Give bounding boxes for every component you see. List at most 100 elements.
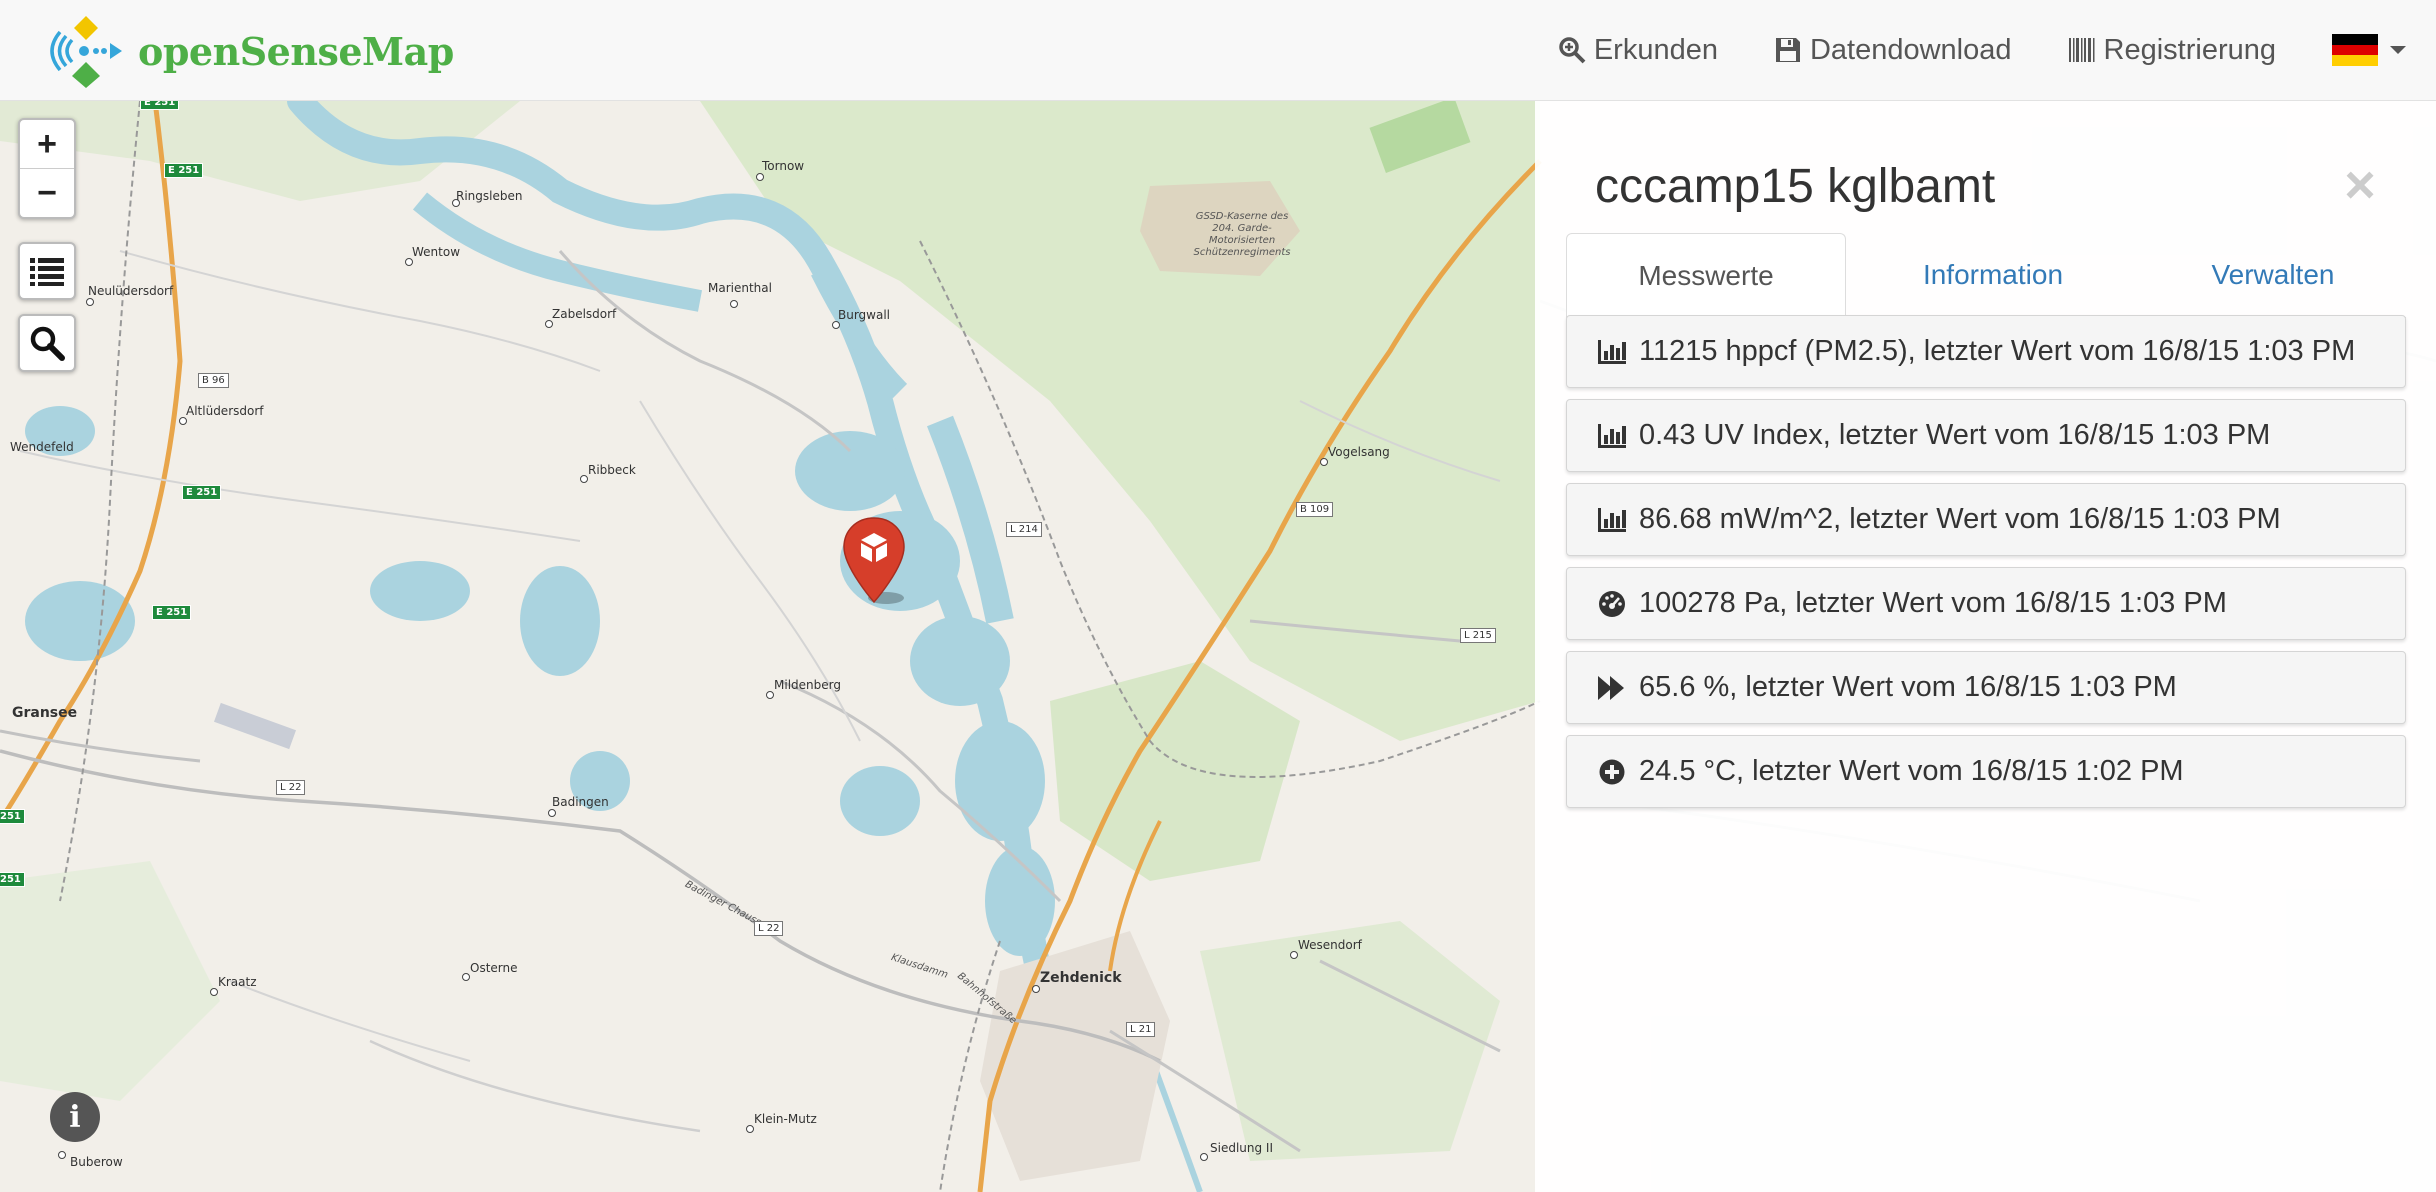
language-dropdown[interactable] <box>2332 34 2406 67</box>
tab-messwerte[interactable]: Messwerte <box>1566 233 1846 318</box>
brand-name: openSenseMap <box>138 28 454 74</box>
place-label: Wentow <box>412 245 461 259</box>
sensor-item-temperature[interactable]: 24.5 °C, letzter Wert vom 16/8/15 1:02 P… <box>1566 735 2406 808</box>
fast-forward-icon <box>1597 673 1627 703</box>
place-label: Zehdenick <box>1040 970 1122 986</box>
place-dot <box>462 973 470 981</box>
place-dot <box>580 475 588 483</box>
search-icon <box>30 326 65 361</box>
sensor-value-text: 11215 hppcf (PM2.5), letzter Wert vom 16… <box>1639 335 2356 367</box>
place-label: Gransee <box>12 705 78 721</box>
place-dot <box>548 809 556 817</box>
place-label: Wesendorf <box>1298 938 1362 952</box>
place-dot <box>1320 458 1328 466</box>
place-label: Buberow <box>70 1155 123 1169</box>
place-dot <box>746 1125 754 1133</box>
tab-information[interactable]: Information <box>1848 233 2138 317</box>
bar-chart-icon <box>1597 421 1627 451</box>
brand[interactable]: openSenseMap <box>46 16 454 88</box>
place-dot <box>58 1151 66 1159</box>
road-shield: L 21 <box>1126 1022 1156 1037</box>
place-label: Altlüdersdorf <box>186 404 264 418</box>
sensor-item-humidity[interactable]: 65.6 %, letzter Wert vom 16/8/15 1:03 PM <box>1566 651 2406 724</box>
road-shield: B 96 <box>198 373 229 388</box>
sidebar-tabs: Messwerte Information Verwalten <box>1566 233 2406 318</box>
bar-chart-icon <box>1597 337 1627 367</box>
road-shield: L 22 <box>754 921 784 936</box>
tab-verwalten[interactable]: Verwalten <box>2140 233 2406 317</box>
nav-erkunden-label: Erkunden <box>1593 33 1718 66</box>
sensor-item-uv[interactable]: 0.43 UV Index, letzter Wert vom 16/8/15 … <box>1566 399 2406 472</box>
zoom-out-button[interactable]: − <box>20 168 74 217</box>
place-label: Zabelsdorf <box>552 307 617 321</box>
place-dot <box>1032 985 1040 993</box>
nav-links: Erkunden Datendownload Registrierung <box>1558 0 2436 100</box>
road-shield: L 215 <box>1460 628 1496 643</box>
barcode-icon <box>2068 38 2095 62</box>
sensor-value-text: 24.5 °C, letzter Wert vom 16/8/15 1:02 P… <box>1639 755 2184 787</box>
opensensemap-logo-icon <box>50 16 122 88</box>
zoom-in-button[interactable]: + <box>20 120 74 168</box>
bar-chart-icon <box>1597 505 1627 535</box>
sensor-value-text: 0.43 UV Index, letzter Wert vom 16/8/15 … <box>1639 419 2271 451</box>
place-dot <box>179 417 187 425</box>
zoom-control: + − <box>18 118 76 219</box>
place-label: Tornow <box>762 159 805 173</box>
sensor-value-text: 65.6 %, letzter Wert vom 16/8/15 1:03 PM <box>1639 671 2177 703</box>
place-dot <box>832 321 840 329</box>
sensor-list: 11215 hppcf (PM2.5), letzter Wert vom 16… <box>1566 315 2406 819</box>
road-shield: 251 <box>0 809 25 824</box>
place-label: Neulüdersdorf <box>88 284 174 298</box>
place-label: Siedlung II <box>1210 1141 1274 1155</box>
road-shield: E 251 <box>140 101 180 110</box>
place-label: Burgwall <box>838 308 891 322</box>
place-dot <box>1290 951 1298 959</box>
place-dot <box>756 173 764 181</box>
place-label: Klein-Mutz <box>754 1112 817 1126</box>
place-dot <box>1200 1153 1208 1161</box>
nav-erkunden[interactable]: Erkunden <box>1558 34 1718 67</box>
place-dot <box>766 691 774 699</box>
road-shield: 251 <box>0 872 25 887</box>
place-label: Osterne <box>470 961 518 975</box>
attribution-info-button[interactable]: i <box>50 1092 100 1142</box>
navbar: openSenseMap Erkunden Datendownload Regi… <box>0 0 2436 101</box>
place-dot <box>730 300 738 308</box>
search-icon <box>1559 37 1586 64</box>
place-dot <box>545 320 553 328</box>
road-shield: E 251 <box>152 605 192 620</box>
road-shield: B 109 <box>1296 502 1334 517</box>
place-label: Badingen <box>552 795 609 809</box>
nav-registrierung-label: Registrierung <box>2103 33 2276 66</box>
caret-down-icon <box>2390 46 2406 54</box>
place-label: Ribbeck <box>588 463 636 477</box>
close-button[interactable]: × <box>2338 158 2382 212</box>
nav-registrierung[interactable]: Registrierung <box>2068 34 2276 67</box>
sensor-item-irradiance[interactable]: 86.68 mW/m^2, letzter Wert vom 16/8/15 1… <box>1566 483 2406 556</box>
place-dot <box>210 988 218 996</box>
place-label: Ringsleben <box>456 189 523 203</box>
sensor-item-pm25[interactable]: 11215 hppcf (PM2.5), letzter Wert vom 16… <box>1566 315 2406 388</box>
nav-datendownload[interactable]: Datendownload <box>1774 34 2012 67</box>
floppy-icon <box>1775 38 1800 62</box>
place-dot <box>86 298 94 306</box>
road-shield: L 214 <box>1006 522 1042 537</box>
place-label: Mildenberg <box>774 678 841 692</box>
poi-label: GSSD-Kaserne des 204. Garde-Motorisierte… <box>1193 211 1291 258</box>
plus-circle-icon <box>1597 757 1627 787</box>
map-search-button[interactable] <box>18 314 76 372</box>
place-label: Vogelsang <box>1328 445 1390 459</box>
road-shield: L 22 <box>276 780 306 795</box>
gauge-icon <box>1597 589 1627 619</box>
german-flag-icon <box>2332 34 2378 67</box>
place-label: Wendefeld <box>10 440 74 454</box>
road-shield: E 251 <box>164 163 204 178</box>
list-button[interactable] <box>18 242 76 300</box>
box-title: cccamp15 kglbamt <box>1595 160 1996 213</box>
nav-datendownload-label: Datendownload <box>1809 33 2012 66</box>
sensebox-marker-icon[interactable] <box>842 516 906 606</box>
road-shield: E 251 <box>182 485 222 500</box>
sensor-item-pressure[interactable]: 100278 Pa, letzter Wert vom 16/8/15 1:03… <box>1566 567 2406 640</box>
list-icon <box>30 258 64 286</box>
place-label: Marienthal <box>708 281 772 295</box>
